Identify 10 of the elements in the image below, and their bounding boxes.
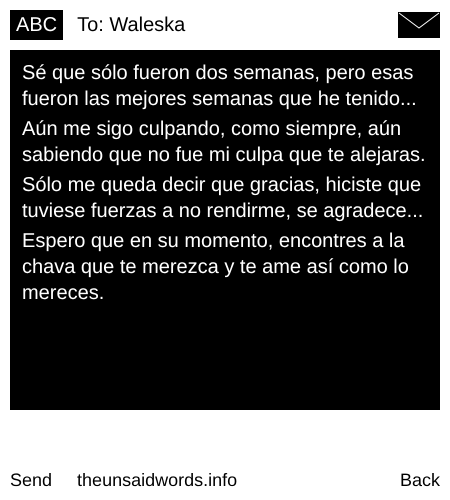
- back-softkey[interactable]: Back: [400, 470, 440, 490]
- message-paragraph: Espero que en su momento, encontres a la chava que te merezca y te ame así como lo mereces.: [22, 229, 410, 306]
- envelope-icon: [398, 12, 440, 38]
- recipient-label: To: Waleska: [77, 14, 186, 36]
- send-softkey[interactable]: Send: [10, 470, 52, 490]
- website-label: theunsaidwords.info: [76, 470, 238, 490]
- message-paragraph: Aún me sigo culpando, como siempre, aún sabiendo que no fue mi culpa que te alejaras.: [22, 117, 427, 168]
- message-paragraph: Sé que sólo fueron dos semanas, pero esas fueron las mejores semanas que he tenido...: [22, 61, 418, 112]
- message-paragraph: Sólo me queda decir que gracias, hiciste que tuviese fuerzas a no rendirme, se agradece...: [22, 173, 424, 224]
- input-mode-indicator: ABC: [10, 10, 64, 40]
